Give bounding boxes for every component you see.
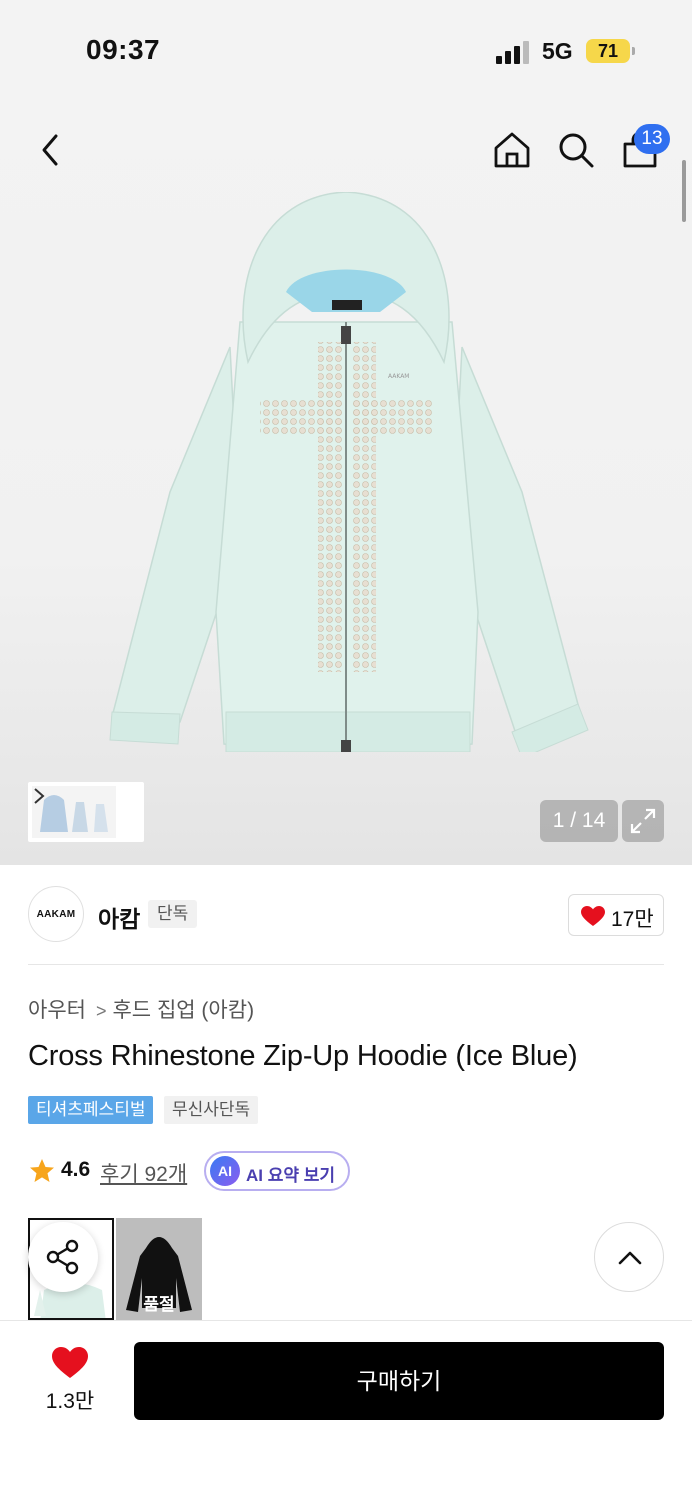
chevron-up-icon — [618, 1251, 642, 1265]
expand-button[interactable] — [622, 800, 664, 842]
breadcrumb-category[interactable]: 아우터 — [28, 999, 86, 1022]
svg-text:AAKAM: AAKAM — [388, 373, 410, 380]
bottom-action-bar: 1.3만 구매하기 — [0, 1320, 692, 1500]
breadcrumb-subcategory[interactable]: 후드 집업 (아캄) — [112, 999, 254, 1022]
divider — [28, 964, 664, 965]
brand-name[interactable]: 아캄 — [98, 900, 140, 934]
rating-value: 4.6 — [61, 1158, 91, 1181]
scrollbar[interactable] — [682, 160, 686, 222]
ai-summary-label: AI 요약 보기 — [246, 1166, 336, 1185]
search-icon[interactable] — [556, 130, 596, 170]
product-gallery[interactable]: 13 AAKAM 1 / 14 — [0, 100, 692, 865]
share-icon — [46, 1239, 79, 1275]
status-bar: 09:37 5G 71 — [0, 0, 692, 100]
cart-count-badge: 13 — [634, 124, 670, 154]
back-icon[interactable] — [34, 130, 66, 170]
breadcrumb: 아우터 > 후드 집업 (아캄) — [28, 994, 254, 1024]
scroll-top-button[interactable] — [594, 1222, 664, 1292]
image-counter: 1 / 14 — [540, 800, 618, 842]
brand-like-count: 17만 — [611, 908, 654, 931]
battery-cap — [632, 47, 635, 55]
share-button[interactable] — [28, 1222, 98, 1292]
brand-like-button[interactable]: 17만 — [568, 894, 664, 936]
color-option-black[interactable]: 품절 — [116, 1218, 202, 1320]
review-count-link[interactable]: 후기 92개 — [100, 1158, 187, 1188]
chevron-right-icon — [34, 788, 45, 804]
network-label: 5G — [542, 38, 573, 64]
product-image[interactable]: AAKAM — [100, 192, 592, 752]
wish-count: 1.3만 — [45, 1390, 95, 1413]
ai-summary-button[interactable]: AI AI 요약 보기 — [204, 1151, 350, 1191]
star-icon — [30, 1159, 54, 1182]
heart-icon[interactable] — [52, 1347, 88, 1379]
brand-logo[interactable]: AAKAM — [28, 886, 84, 942]
buy-button[interactable]: 구매하기 — [134, 1342, 664, 1420]
expand-icon — [630, 808, 656, 834]
tag-musinsa-exclusive: 무신사단독 — [164, 1096, 259, 1124]
chevron-right-icon: > — [95, 1001, 107, 1021]
product-title: Cross Rhinestone Zip-Up Hoodie (Ice Blue… — [28, 1040, 578, 1072]
tag-festival[interactable]: 티셔츠페스티벌 — [28, 1096, 154, 1124]
soldout-label: 품절 — [143, 1295, 175, 1314]
home-icon[interactable] — [492, 130, 532, 170]
status-time: 09:37 — [86, 34, 161, 65]
heart-icon — [581, 906, 605, 926]
battery-icon: 71 — [586, 39, 630, 63]
thumbnail-strip[interactable] — [28, 782, 144, 842]
ai-icon: AI — [210, 1156, 240, 1186]
signal-icon — [496, 40, 532, 64]
exclusive-tag: 단독 — [148, 900, 198, 928]
